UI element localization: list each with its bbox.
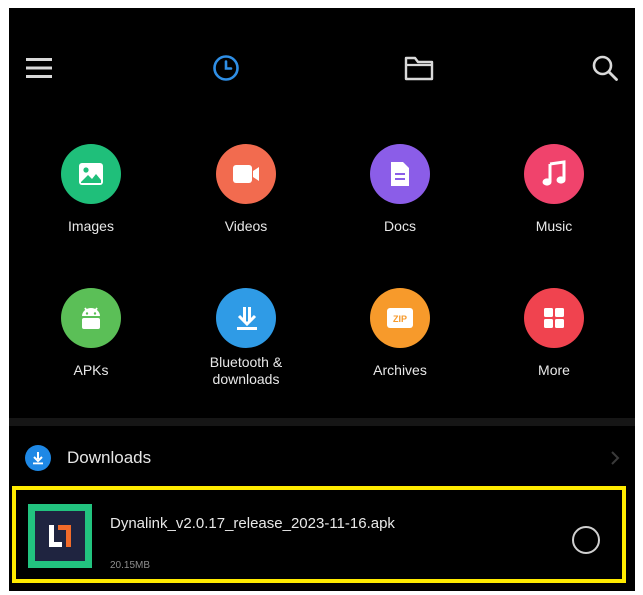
category-label: APKs: [73, 362, 109, 378]
file-name: Dynalink_v2.0.17_release_2023-11-16.apk: [110, 515, 395, 532]
files-tab[interactable]: [401, 50, 437, 86]
videos-icon-circle: [216, 144, 276, 204]
select-checkbox[interactable]: [572, 526, 600, 554]
apk-thumbnail: [28, 504, 92, 568]
category-label: Docs: [384, 218, 416, 234]
category-label: Archives: [373, 362, 427, 378]
archives-icon-circle: ZIP: [370, 288, 430, 348]
category-music[interactable]: Music: [479, 144, 629, 235]
file-manager-screen: Images Videos Docs Music APKs Bluetooth …: [9, 8, 635, 591]
image-icon: [79, 163, 103, 185]
search-button[interactable]: [587, 50, 623, 86]
top-bar: [9, 8, 635, 118]
video-icon: [233, 165, 259, 183]
category-label: Images: [68, 218, 114, 234]
menu-icon: [26, 58, 52, 78]
music-icon-circle: [524, 144, 584, 204]
download-icon: [237, 307, 257, 330]
category-images[interactable]: Images: [16, 144, 166, 235]
music-note-icon: [542, 160, 566, 186]
dynalink-logo-icon: [49, 525, 71, 547]
file-size: 20.15MB: [110, 560, 151, 571]
folder-icon: [404, 56, 434, 81]
docs-icon-circle: [370, 144, 430, 204]
chevron-right-icon[interactable]: [609, 448, 621, 468]
category-label: Bluetooth & downloads: [209, 354, 283, 387]
search-icon: [592, 55, 618, 81]
category-label: More: [538, 362, 570, 378]
category-docs[interactable]: Docs: [325, 144, 475, 235]
file-list-item[interactable]: Dynalink_v2.0.17_release_2023-11-16.apk …: [12, 486, 626, 583]
downloads-section-header[interactable]: Downloads: [9, 436, 635, 480]
app-logo: [35, 511, 85, 561]
document-icon: [391, 162, 409, 186]
downloads-section-icon: [25, 445, 51, 471]
category-bluetooth-downloads[interactable]: Bluetooth & downloads: [171, 288, 321, 388]
category-more[interactable]: More: [479, 288, 629, 379]
menu-button[interactable]: [21, 50, 57, 86]
downloads-section-title: Downloads: [67, 448, 152, 467]
apks-icon-circle: [61, 288, 121, 348]
zip-icon: ZIP: [387, 308, 413, 328]
recent-tab[interactable]: [208, 50, 244, 86]
category-archives[interactable]: ZIP Archives: [325, 288, 475, 379]
recent-clock-icon: [213, 55, 239, 81]
android-icon: [82, 307, 100, 329]
bluetooth-downloads-icon-circle: [216, 288, 276, 348]
section-divider: [9, 418, 635, 426]
category-apks[interactable]: APKs: [16, 288, 166, 379]
images-icon-circle: [61, 144, 121, 204]
category-label: Videos: [224, 218, 268, 234]
download-circle-icon: [33, 452, 43, 465]
grid-icon: [544, 308, 564, 328]
category-label: Music: [535, 218, 573, 234]
svg-text:ZIP: ZIP: [393, 314, 407, 324]
category-videos[interactable]: Videos: [171, 144, 321, 235]
more-icon-circle: [524, 288, 584, 348]
